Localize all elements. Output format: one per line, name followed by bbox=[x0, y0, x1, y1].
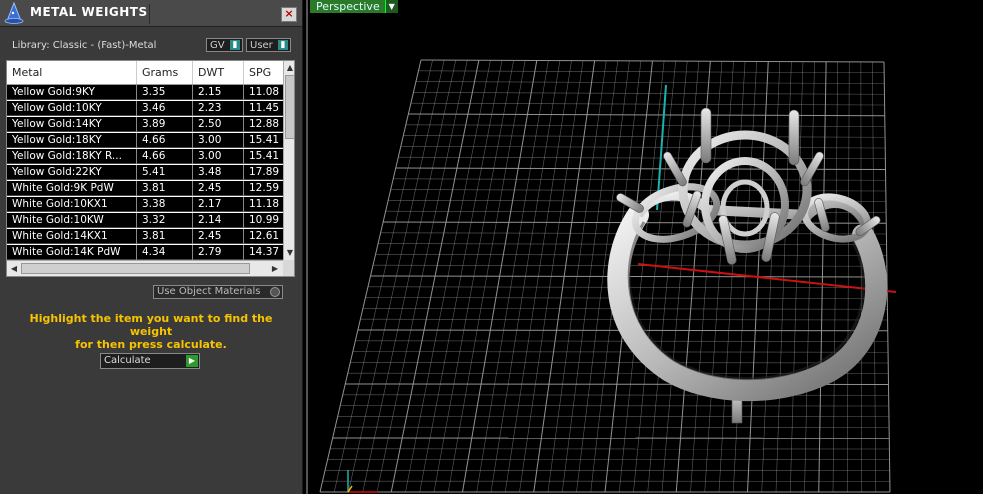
view-mode-dropdown[interactable]: Perspective ▼ bbox=[310, 0, 398, 13]
table-cell: 10.99 bbox=[249, 214, 280, 226]
scroll-thumb[interactable] bbox=[285, 75, 294, 139]
table-cell: 11.08 bbox=[249, 86, 280, 98]
table-row[interactable]: Yellow Gold:22KY 5.41 3.48 17.89 bbox=[7, 165, 283, 180]
table-row[interactable]: Yellow Gold:9KY 3.35 2.15 11.08 bbox=[7, 85, 283, 100]
table-cell: Yellow Gold:22KY bbox=[7, 165, 137, 180]
table-cell: 3.46 bbox=[137, 101, 193, 116]
library-label: Library: Classic - (Fast)-Metal bbox=[12, 40, 157, 51]
chevron-down-icon: ▼ bbox=[384, 0, 398, 13]
table-row[interactable]: White Gold:10KX1 3.38 2.17 11.18 bbox=[7, 197, 283, 212]
table-cell: 3.81 bbox=[137, 181, 193, 196]
table-header: Metal Grams DWT SPG bbox=[7, 61, 283, 85]
table-cell: 11.45 bbox=[249, 102, 280, 114]
table-cell: 3.89 bbox=[137, 117, 193, 132]
table-row[interactable]: Yellow Gold:10KY 3.46 2.23 11.45 bbox=[7, 101, 283, 116]
use-object-materials-toggle[interactable]: Use Object Materials bbox=[153, 285, 283, 299]
table-cell: 12.59 bbox=[249, 182, 280, 194]
table-cell: 14.37 bbox=[249, 246, 280, 258]
metal-table: Metal Grams DWT SPG Yellow Gold:9KY 3.35 2… bbox=[6, 60, 295, 277]
instruction-line-2: for then press calculate. bbox=[75, 338, 227, 351]
table-cell: 3.00 bbox=[193, 149, 244, 164]
column-header-grams[interactable]: Grams bbox=[137, 61, 193, 84]
table-cell: White Gold:14KX1 bbox=[7, 229, 137, 244]
table-cell: 11.18 bbox=[249, 198, 280, 210]
table-cell: White Gold:14K PdW bbox=[7, 245, 137, 260]
scroll-right-icon[interactable]: ▶ bbox=[269, 263, 281, 275]
table-cell: 17.89 bbox=[249, 166, 280, 178]
table-cell: 2.14 bbox=[193, 213, 244, 228]
panel-title: METAL WEIGHTS bbox=[30, 5, 148, 19]
table-cell: 2.17 bbox=[193, 197, 244, 212]
table-row[interactable]: Yellow Gold:18KY 4.66 3.00 15.41 bbox=[7, 133, 283, 148]
table-cell: Yellow Gold:10KY bbox=[7, 101, 137, 116]
table-cell: White Gold:10KW bbox=[7, 213, 137, 228]
table-cell: 2.23 bbox=[193, 101, 244, 116]
table-cell: 12.88 bbox=[249, 118, 280, 130]
table-cell: 3.32 bbox=[137, 213, 193, 228]
table-cell: 12.61 bbox=[249, 230, 280, 242]
table-cell: 2.45 bbox=[193, 181, 244, 196]
table-row[interactable]: White Gold:10KW 3.32 2.14 10.99 bbox=[7, 213, 283, 228]
calculate-label: Calculate bbox=[104, 355, 151, 366]
calculate-button[interactable]: Calculate ▶ bbox=[100, 353, 200, 369]
scroll-up-icon[interactable]: ▲ bbox=[284, 62, 294, 74]
table-cell: 3.48 bbox=[193, 165, 244, 180]
scroll-corner bbox=[283, 260, 294, 276]
table-cell: 2.45 bbox=[193, 229, 244, 244]
table-cell: 2.79 bbox=[193, 245, 244, 260]
table-row[interactable]: Yellow Gold:18KY R... 4.66 3.00 15.41 bbox=[7, 149, 283, 164]
3d-viewport[interactable] bbox=[306, 0, 983, 494]
table-cell: Yellow Gold:18KY R... bbox=[7, 149, 137, 164]
panel-titlebar: METAL WEIGHTS × bbox=[0, 0, 302, 27]
table-cell: 15.41 bbox=[249, 150, 280, 162]
table-cell: White Gold:10KX1 bbox=[7, 197, 137, 212]
table-cell: 4.66 bbox=[137, 133, 193, 148]
scroll-left-icon[interactable]: ◀ bbox=[8, 263, 20, 275]
table-cell: Yellow Gold:18KY bbox=[7, 133, 137, 148]
column-header-dwt[interactable]: DWT bbox=[193, 61, 244, 84]
gv-label: GV bbox=[210, 40, 225, 51]
column-header-metal[interactable]: Metal bbox=[7, 61, 137, 84]
table-cell: 3.35 bbox=[137, 85, 193, 100]
scroll-down-icon[interactable]: ▼ bbox=[284, 247, 294, 259]
table-cell: 3.38 bbox=[137, 197, 193, 212]
viewport-canvas bbox=[319, 59, 897, 493]
table-cell: 4.34 bbox=[137, 245, 193, 260]
table-cell: 4.66 bbox=[137, 149, 193, 164]
play-icon: ▶ bbox=[186, 355, 198, 367]
table-cell: 3.81 bbox=[137, 229, 193, 244]
table-row[interactable]: White Gold:14KX1 3.81 2.45 12.61 bbox=[7, 229, 283, 244]
dropdown-arrow-icon: ▮ bbox=[230, 40, 240, 50]
table-row[interactable]: White Gold:14K PdW 4.34 2.79 14.37 bbox=[7, 245, 283, 260]
table-cell: 2.50 bbox=[193, 117, 244, 132]
metal-weights-panel: METAL WEIGHTS × Library: Classic - (Fast… bbox=[0, 0, 303, 494]
column-header-spg[interactable]: SPG bbox=[244, 61, 283, 84]
user-label: User bbox=[250, 40, 273, 51]
table-cell: 5.41 bbox=[137, 165, 193, 180]
user-dropdown[interactable]: User ▮ bbox=[246, 38, 291, 52]
table-cell: 3.00 bbox=[193, 133, 244, 148]
instruction-text: Highlight the item you want to find the … bbox=[10, 312, 292, 351]
wizard-hat-logo-icon bbox=[4, 2, 24, 24]
title-divider bbox=[149, 4, 150, 24]
vertical-scrollbar[interactable]: ▲ ▼ bbox=[283, 61, 294, 260]
ground-grid bbox=[319, 59, 891, 493]
table-cell: Yellow Gold:9KY bbox=[7, 85, 137, 100]
table-cell: 2.15 bbox=[193, 85, 244, 100]
use-object-materials-label: Use Object Materials bbox=[157, 286, 261, 297]
table-row[interactable]: Yellow Gold:14KY 3.89 2.50 12.88 bbox=[7, 117, 283, 132]
close-icon[interactable]: × bbox=[281, 7, 297, 22]
gv-dropdown[interactable]: GV ▮ bbox=[206, 38, 243, 52]
horizontal-scrollbar[interactable]: ◀ ▶ bbox=[7, 260, 283, 276]
table-row[interactable]: White Gold:9K PdW 3.81 2.45 12.59 bbox=[7, 181, 283, 196]
table-cell: White Gold:9K PdW bbox=[7, 181, 137, 196]
table-cell: 15.41 bbox=[249, 134, 280, 146]
toggle-circle-icon bbox=[270, 287, 280, 297]
dropdown-arrow-icon: ▮ bbox=[278, 40, 288, 50]
instruction-line-1: Highlight the item you want to find the … bbox=[29, 312, 273, 338]
view-mode-label: Perspective bbox=[316, 0, 380, 13]
table-cell: Yellow Gold:14KY bbox=[7, 117, 137, 132]
scroll-thumb-horizontal[interactable] bbox=[21, 263, 250, 274]
